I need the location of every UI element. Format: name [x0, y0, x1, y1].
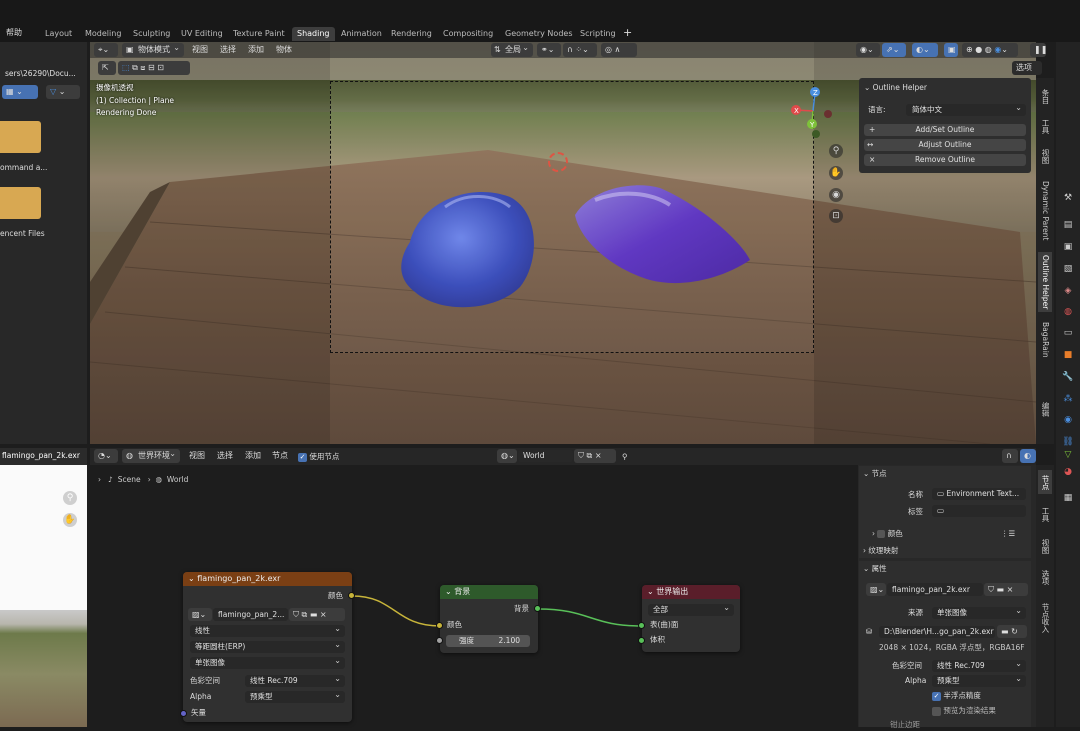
folder-icon: ▬ — [996, 585, 1005, 594]
label-field[interactable]: ▭ — [932, 505, 1026, 517]
node-header[interactable]: ⌄ 背景 — [440, 585, 538, 599]
folder-icon: ▬ — [309, 610, 318, 619]
tab-node[interactable]: 节点 — [1038, 470, 1052, 494]
background-output-socket[interactable] — [534, 605, 541, 612]
close-icon: × — [1006, 585, 1014, 594]
surface-label: 表(曲)面 — [650, 620, 679, 629]
alpha-select[interactable]: 预乘型 — [932, 675, 1026, 687]
name-label: 名称 — [908, 490, 923, 499]
chevron-right-icon: › — [863, 546, 866, 555]
projection-select[interactable]: 等距圆柱(ERP) — [190, 641, 345, 653]
strength-input-socket[interactable] — [436, 637, 443, 644]
interpolation-select[interactable]: 线性 — [190, 625, 345, 637]
image-icon: ▨⌄ — [870, 585, 885, 594]
tab-view[interactable]: 视图 — [1038, 534, 1052, 558]
colorspace-label: 色彩空间 — [892, 661, 922, 670]
image-actions[interactable]: ⛉ ⧉ ▬ × — [289, 608, 345, 621]
colorspace-select[interactable]: 线性 Rec.709 — [245, 675, 345, 687]
tab-options[interactable]: 选项 — [1038, 565, 1052, 589]
source-label: 来源 — [908, 608, 923, 617]
color-input-socket[interactable] — [436, 622, 443, 629]
colorspace-select[interactable]: 线性 Rec.709 — [932, 660, 1026, 672]
color-subpanel[interactable]: › 颜色 — [872, 528, 903, 540]
source-select[interactable]: 单张图像 — [190, 657, 345, 669]
half-float-checkbox[interactable]: ✓ 半浮点精度 — [932, 690, 981, 702]
close-icon: × — [319, 610, 327, 619]
volume-input-socket[interactable] — [638, 637, 645, 644]
shield-icon: ⛉ — [988, 585, 994, 594]
image-actions[interactable]: ⛉ ▬ × — [984, 583, 1028, 596]
colorspace-label: 色彩空间 — [190, 676, 220, 685]
image-browse-button[interactable]: ▨⌄ — [866, 583, 886, 596]
node-header[interactable]: ⌄ 世界输出 — [642, 585, 740, 599]
texture-mapping-header[interactable]: › 纹理映射 — [863, 545, 898, 557]
node-section-header[interactable]: ⌄ 节点 — [863, 468, 887, 480]
background-output-label: 背景 — [514, 604, 529, 613]
color-checkbox[interactable] — [877, 530, 886, 538]
source-select[interactable]: 单张图像 — [932, 607, 1026, 619]
label-label: 标签 — [908, 507, 923, 516]
filepath-actions[interactable]: ▬ ↻ — [997, 625, 1027, 638]
image-browse-button[interactable]: ▨⌄ — [188, 608, 212, 621]
alpha-select[interactable]: 预乘型 — [245, 691, 345, 703]
chevron-right-icon: › — [872, 529, 875, 538]
file-icon: ⛁ — [866, 627, 873, 636]
folder-icon: ▬ — [1001, 627, 1009, 636]
tab-tool[interactable]: 工具 — [1038, 502, 1052, 526]
reload-icon: ↻ — [1011, 627, 1018, 636]
vector-input-socket[interactable] — [180, 710, 187, 717]
list-icon[interactable]: ⋮☰ — [1001, 528, 1015, 540]
shield-icon: ⛉ — [293, 610, 299, 619]
node-header[interactable]: ⌄ flamingo_pan_2k.exr — [183, 572, 352, 586]
copy-icon: ⧉ — [301, 610, 308, 619]
output-color-label: 颜色 — [328, 591, 343, 600]
tab-node-wrangler[interactable]: 节点收入 — [1038, 598, 1052, 638]
properties-header[interactable]: ⌄ 属性 — [863, 563, 887, 575]
image-icon: ▨⌄ — [192, 610, 207, 619]
name-field[interactable]: ▭ Environment Text... — [932, 488, 1026, 500]
filepath-field[interactable]: D:\Blender\H...go_pan_2k.exr — [879, 626, 995, 638]
checkbox-icon: ✓ — [932, 691, 941, 701]
node-icon: ▭ — [937, 489, 945, 498]
view-as-render-checkbox[interactable]: 预览为渲染结果 — [932, 705, 996, 717]
surface-input-socket[interactable] — [638, 622, 645, 629]
output-color-socket[interactable] — [348, 592, 355, 599]
node-icon: ▭ — [937, 506, 945, 515]
target-select[interactable]: 全部 — [648, 604, 734, 616]
strength-field[interactable]: 强度 2.100 — [446, 635, 530, 647]
vector-label: 矢量 — [191, 708, 206, 717]
image-name-field[interactable]: flamingo_pan_2k.exr — [887, 583, 983, 596]
image-info: 2048 × 1024，RGBA 浮点型，RGBA16F — [879, 643, 1025, 652]
color-input-label: 颜色 — [447, 620, 462, 629]
volume-label: 体积 — [650, 635, 665, 644]
clip-margin-label: 钳止边距 — [890, 720, 920, 729]
checkbox-icon — [932, 706, 941, 716]
alpha-label: Alpha — [190, 692, 212, 701]
image-name-field[interactable]: flamingo_pan_2... — [213, 608, 288, 621]
alpha-label: Alpha — [905, 676, 927, 685]
